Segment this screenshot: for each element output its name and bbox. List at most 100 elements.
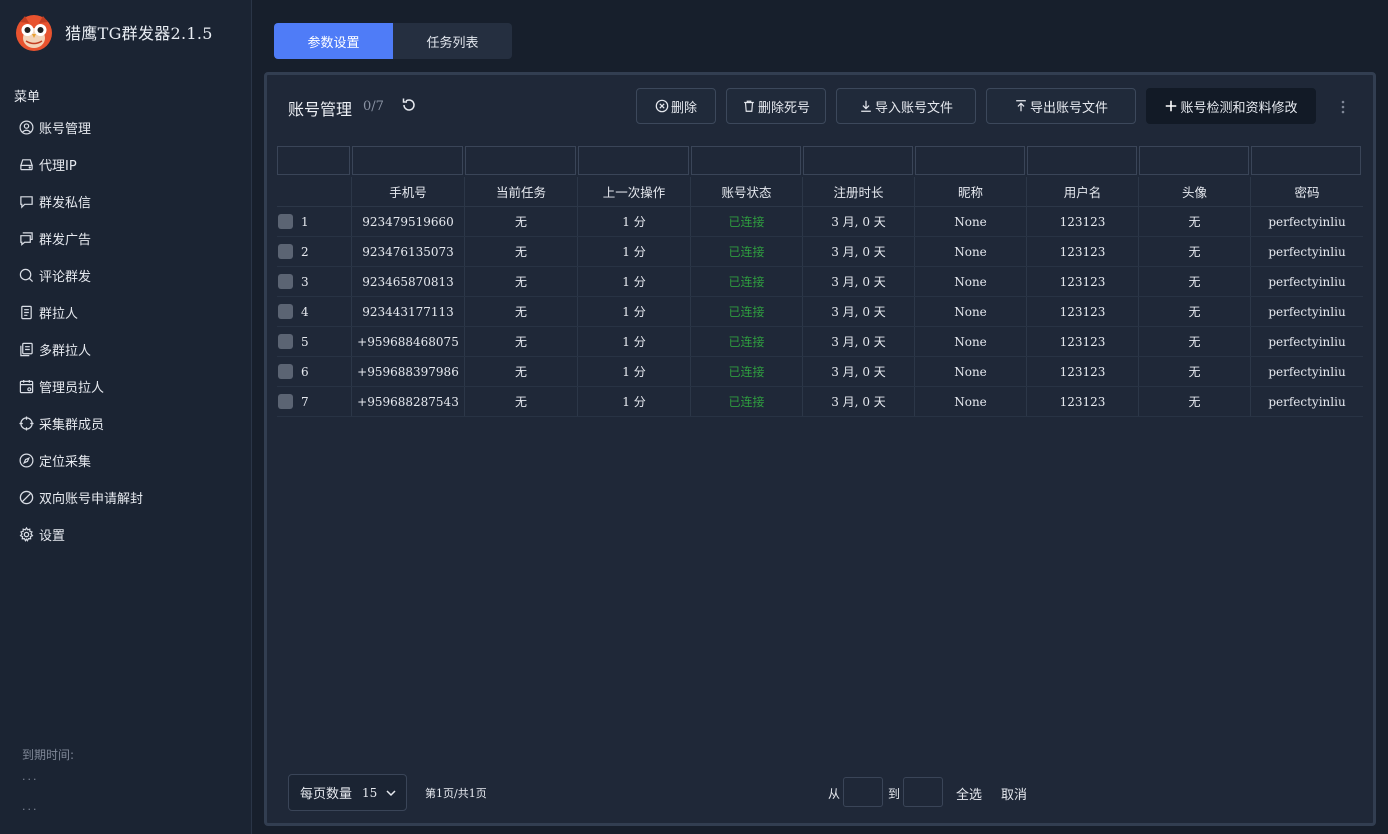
sidebar-item-label: 采集群成员 xyxy=(39,418,105,433)
sidebar-item-comment-bulk[interactable]: 评论群发 xyxy=(18,257,143,294)
table-row[interactable]: 6 +959688397986 无 1 分已连接 3 月, 0 天 None 123123 无… xyxy=(277,357,1363,387)
table-row[interactable]: 5 +959688468075 无 1 分已连接 3 月, 0 天 None 123123 无… xyxy=(277,327,1363,357)
filter-input[interactable] xyxy=(465,146,576,175)
compass-icon xyxy=(18,453,34,469)
column-header[interactable]: 密码 xyxy=(1251,177,1363,206)
filter-input[interactable] xyxy=(352,146,463,175)
export-button[interactable]: 导出账号文件 xyxy=(986,88,1136,124)
download-icon xyxy=(861,100,871,112)
expire-value-2: ... xyxy=(22,800,39,813)
index-cell: 6 xyxy=(277,357,352,386)
status-cell: 已连接 xyxy=(691,357,803,386)
sidebar-item-admin-invite[interactable]: 管理员拉人 xyxy=(18,368,143,405)
export-button-label: 导出账号文件 xyxy=(1029,100,1108,116)
delete-button[interactable]: 删除 xyxy=(636,88,716,124)
calendar-user-icon xyxy=(18,379,34,395)
column-header[interactable]: 昵称 xyxy=(915,177,1027,206)
page-size-value: 15 xyxy=(362,785,378,800)
top-tabs: 参数设置 任务列表 xyxy=(274,23,512,59)
sidebar-item-settings[interactable]: 设置 xyxy=(18,516,143,553)
check-accounts-button[interactable]: 账号检测和资料修改 xyxy=(1146,88,1316,124)
row-checkbox[interactable] xyxy=(278,274,293,289)
filter-input[interactable] xyxy=(1027,146,1137,175)
gear-icon xyxy=(18,527,34,543)
filter-input[interactable] xyxy=(915,146,1025,175)
filter-input[interactable] xyxy=(1251,146,1361,175)
column-header[interactable]: 头像 xyxy=(1139,177,1251,206)
table-row[interactable]: 1 923479519660 无 1 分已连接 3 月, 0 天 None 123123 无 p… xyxy=(277,207,1363,237)
index-cell: 7 xyxy=(277,387,352,416)
row-checkbox[interactable] xyxy=(278,394,293,409)
task-cell: 无 xyxy=(465,387,578,416)
index-cell: 2 xyxy=(277,237,352,266)
row-index: 6 xyxy=(301,364,309,379)
row-index: 2 xyxy=(301,244,309,259)
row-checkbox[interactable] xyxy=(278,244,293,259)
comment-search-icon xyxy=(18,268,34,284)
row-checkbox[interactable] xyxy=(278,214,293,229)
reg-duration-cell: 3 月, 0 天 xyxy=(803,357,915,386)
filter-input[interactable] xyxy=(1139,146,1249,175)
column-header[interactable]: 上一次操作 xyxy=(578,177,691,206)
accounts-table: 手机号 当前任务 上一次操作 账号状态 注册时长 昵称 用户名 头像 密码 1 9… xyxy=(277,146,1363,417)
sidebar-item-label: 群发私信 xyxy=(39,196,92,211)
select-all-button[interactable]: 全选 xyxy=(956,784,982,803)
user-circle-icon xyxy=(18,120,34,136)
sidebar-item-location-collect[interactable]: 定位采集 xyxy=(18,442,143,479)
column-header[interactable]: 当前任务 xyxy=(465,177,578,206)
nickname-cell: None xyxy=(915,267,1027,296)
range-to-input[interactable] xyxy=(903,777,943,807)
table-row[interactable]: 3 923465870813 无 1 分已连接 3 月, 0 天 None 123123 无 p… xyxy=(277,267,1363,297)
sidebar-item-proxy-ip[interactable]: 代理IP xyxy=(18,146,143,183)
document-icon xyxy=(18,305,34,321)
refresh-icon[interactable] xyxy=(401,97,417,113)
more-vertical-icon[interactable] xyxy=(1340,99,1346,115)
trash-icon xyxy=(744,100,754,112)
range-from-input[interactable] xyxy=(843,777,883,807)
column-header xyxy=(277,177,352,206)
column-header[interactable]: 手机号 xyxy=(352,177,465,206)
column-header[interactable]: 账号状态 xyxy=(691,177,803,206)
filter-input[interactable] xyxy=(277,146,350,175)
last-op-cell: 1 分 xyxy=(578,207,691,236)
table-row[interactable]: 4 923443177113 无 1 分已连接 3 月, 0 天 None 123123 无 p… xyxy=(277,297,1363,327)
row-checkbox[interactable] xyxy=(278,304,293,319)
column-header[interactable]: 用户名 xyxy=(1027,177,1139,206)
phone-cell: +959688397986 xyxy=(352,357,465,386)
avatar-cell: 无 xyxy=(1139,387,1251,416)
sidebar-item-multi-group-invite[interactable]: 多群拉人 xyxy=(18,331,143,368)
avatar-cell: 无 xyxy=(1139,237,1251,266)
filter-input[interactable] xyxy=(691,146,801,175)
avatar-cell: 无 xyxy=(1139,267,1251,296)
filter-input[interactable] xyxy=(578,146,689,175)
tab-params[interactable]: 参数设置 xyxy=(274,23,393,59)
tab-tasks[interactable]: 任务列表 xyxy=(393,23,512,59)
sidebar-item-collect-members[interactable]: 采集群成员 xyxy=(18,405,143,442)
sidebar: 猎鹰TG群发器2.1.5 菜单 账号管理 代理IP 群发私信 群发广告 评论群发… xyxy=(0,0,252,834)
status-cell: 已连接 xyxy=(691,327,803,356)
page-size-select[interactable]: 每页数量 15 xyxy=(288,774,407,811)
filter-input[interactable] xyxy=(803,146,913,175)
table-row[interactable]: 7 +959688287543 无 1 分已连接 3 月, 0 天 None 123123 无… xyxy=(277,387,1363,417)
last-op-cell: 1 分 xyxy=(578,237,691,266)
status-cell: 已连接 xyxy=(691,297,803,326)
cancel-button[interactable]: 取消 xyxy=(1001,784,1027,803)
task-cell: 无 xyxy=(465,297,578,326)
phone-cell: 923443177113 xyxy=(352,297,465,326)
import-button[interactable]: 导入账号文件 xyxy=(836,88,976,124)
plus-icon xyxy=(1166,100,1177,112)
column-header[interactable]: 注册时长 xyxy=(803,177,915,206)
selection-count: 0/7 xyxy=(363,99,384,114)
sidebar-item-bulk-dm[interactable]: 群发私信 xyxy=(18,183,143,220)
last-op-cell: 1 分 xyxy=(578,267,691,296)
table-row[interactable]: 2 923476135073 无 1 分已连接 3 月, 0 天 None 123123 无 p… xyxy=(277,237,1363,267)
sidebar-item-account-management[interactable]: 账号管理 xyxy=(18,109,143,146)
row-checkbox[interactable] xyxy=(278,334,293,349)
sidebar-item-bulk-ads[interactable]: 群发广告 xyxy=(18,220,143,257)
sidebar-item-unban[interactable]: 双向账号申请解封 xyxy=(18,479,143,516)
phone-cell: +959688287543 xyxy=(352,387,465,416)
row-checkbox[interactable] xyxy=(278,364,293,379)
delete-dead-button[interactable]: 删除死号 xyxy=(726,88,826,124)
brand: 猎鹰TG群发器2.1.5 xyxy=(14,12,213,52)
sidebar-item-group-invite[interactable]: 群拉人 xyxy=(18,294,143,331)
